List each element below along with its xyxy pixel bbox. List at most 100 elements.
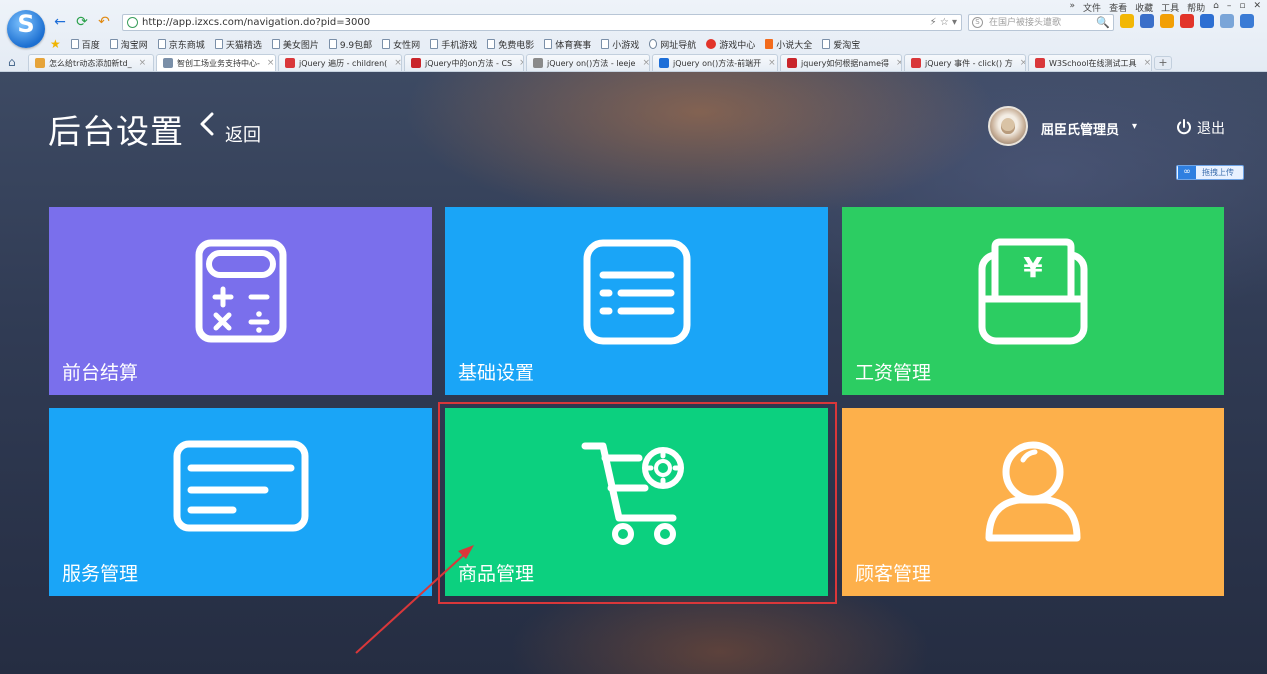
back-link[interactable]: 返回 [225, 121, 261, 147]
highlight-box [438, 402, 837, 604]
menu-tools[interactable]: 工具 [1161, 1, 1179, 14]
browser-tab[interactable]: jQuery 遍历 - children(× [278, 54, 402, 71]
favorite-item[interactable]: 美女图片 [271, 38, 319, 51]
back-arrow-icon[interactable]: ← [52, 14, 68, 30]
favorite-item[interactable]: 9.9包邮 [328, 38, 372, 51]
favorite-label: 京东商城 [168, 40, 205, 51]
address-bar-actions[interactable]: ⚡ ☆ ▾ [930, 16, 957, 30]
favorite-item[interactable]: 游戏中心 [706, 38, 755, 51]
nav-buttons: ← ⟳ ↶ [52, 14, 112, 30]
avatar[interactable] [988, 106, 1028, 146]
home-icon[interactable]: ⌂ [8, 55, 22, 69]
upload-badge[interactable]: ∞ 拖拽上传 [1176, 165, 1244, 180]
search-engine-icon[interactable]: S [972, 17, 983, 28]
menu-view[interactable]: 查看 [1109, 1, 1127, 14]
extension-icon[interactable] [1120, 14, 1134, 28]
menu-file[interactable]: 文件 [1083, 1, 1101, 14]
favorite-item[interactable]: 网址导航 [649, 38, 696, 51]
favorite-item[interactable]: 小游戏 [601, 38, 639, 51]
browser-chrome: » 文件 查看 收藏 工具 帮助 ⌂ – ▫ ✕ ← ⟳ ↶ http://ap… [0, 0, 1267, 72]
logout-button[interactable]: 退出 [1197, 118, 1225, 138]
page-icon [544, 39, 553, 49]
wallet-yen-icon: ¥ [978, 238, 1088, 345]
favorite-item[interactable]: 手机游戏 [430, 38, 477, 51]
tab-favicon [1035, 58, 1045, 68]
favorite-label: 淘宝网 [120, 40, 148, 51]
browser-tab[interactable]: W3School在线测试工具 × [1028, 54, 1152, 71]
new-tab-button[interactable]: + [1154, 56, 1172, 70]
tile-label: 基础设置 [458, 362, 535, 384]
app-viewport: 后台设置 返回 屈臣氏管理员 ▾ 退出 ∞ 拖拽上传 前台结算 基础设置 ¥ 工… [0, 72, 1267, 674]
tab-close-icon[interactable]: × [768, 58, 776, 68]
favorite-item[interactable]: 天猫精选 [214, 38, 262, 51]
key-icon[interactable] [1160, 14, 1174, 28]
favorite-item[interactable]: 淘宝网 [109, 38, 148, 51]
tile-customer[interactable]: 顾客管理 [842, 408, 1224, 596]
browser-tab[interactable]: jQuery 事件 - click() 方 × [904, 54, 1026, 71]
tab-close-icon[interactable]: × [267, 58, 275, 68]
favorite-item[interactable]: 小说大全 [765, 38, 812, 51]
favorite-label: 美女图片 [282, 40, 319, 51]
search-box[interactable]: S 在国户被接头遭歌 🔍 [968, 14, 1114, 31]
search-placeholder[interactable]: 在国户被接头遭歌 [989, 16, 1061, 30]
favorite-item[interactable]: 百度 [70, 38, 100, 51]
tab-close-icon[interactable]: × [1020, 58, 1025, 68]
address-bar[interactable]: http://app.izxcs.com/navigation.do?pid=3… [122, 14, 962, 31]
menu-more[interactable]: » [1070, 1, 1076, 14]
address-url[interactable]: http://app.izxcs.com/navigation.do?pid=3… [142, 16, 370, 30]
scissors-icon[interactable] [1140, 14, 1154, 28]
page-icon [382, 39, 391, 49]
favorite-item[interactable]: 女性网 [382, 38, 420, 51]
favorite-item[interactable]: 京东商城 [157, 38, 205, 51]
app-icon[interactable] [1200, 14, 1214, 28]
menu-help[interactable]: 帮助 [1187, 1, 1205, 14]
annotation-arrow-icon [355, 545, 474, 654]
chevron-left-icon[interactable] [196, 110, 220, 138]
browser-tab[interactable]: jQuery on()方法 - leeje × [526, 54, 650, 71]
tab-close-icon[interactable]: × [519, 58, 523, 68]
browser-logo-icon[interactable] [7, 10, 45, 48]
refresh-icon[interactable]: ⟳ [74, 14, 90, 30]
orange-square-icon [765, 39, 774, 49]
globe-icon[interactable] [1220, 14, 1234, 28]
favorite-label: 游戏中心 [719, 40, 756, 51]
chevron-down-icon[interactable]: ▾ [1132, 121, 1137, 132]
menu-favorites[interactable]: 收藏 [1135, 1, 1153, 14]
undo-icon[interactable]: ↶ [96, 14, 112, 30]
tile-label: 工资管理 [855, 362, 932, 384]
favorite-label: 女性网 [393, 40, 421, 51]
close-window-button[interactable]: ✕ [1253, 1, 1261, 14]
tab-favicon [163, 58, 173, 68]
tab-close-icon[interactable]: × [896, 58, 901, 68]
username[interactable]: 屈臣氏管理员 [1041, 119, 1119, 138]
maximize-button[interactable]: ▫ [1239, 1, 1245, 14]
favorite-label: 爱淘宝 [833, 40, 861, 51]
weibo-icon[interactable] [1180, 14, 1194, 28]
tile-salary[interactable]: ¥ 工资管理 [842, 207, 1224, 395]
tab-close-icon[interactable]: × [642, 58, 649, 68]
skin-icon[interactable]: ⌂ [1213, 1, 1219, 14]
tab-close-icon[interactable]: × [394, 58, 401, 68]
search-icon[interactable]: 🔍 [1096, 15, 1110, 30]
favorite-label: 网址导航 [660, 40, 697, 51]
tile-checkout[interactable]: 前台结算 [49, 207, 432, 395]
browser-tab-active[interactable]: 智创工场业务支持中心- × [156, 54, 276, 71]
favorite-item[interactable]: 爱淘宝 [822, 38, 860, 51]
favorite-item[interactable]: 免费电影 [487, 38, 534, 51]
download-icon[interactable] [1240, 14, 1254, 28]
tab-close-icon[interactable]: × [1144, 58, 1151, 68]
tab-favicon [533, 58, 543, 68]
minimize-button[interactable]: – [1227, 1, 1232, 14]
tile-basic-settings[interactable]: 基础设置 [445, 207, 828, 395]
tab-list: 怎么给tr动态添加新td_ × 智创工场业务支持中心- × jQuery 遍历 - … [28, 54, 1172, 71]
security-shield-icon [127, 17, 138, 28]
browser-tab[interactable]: jQuery on()方法-前端开 × [652, 54, 778, 71]
browser-tab[interactable]: jquery如何根据name得 × [780, 54, 902, 71]
browser-tab[interactable]: jQuery中的on方法 - CS × [404, 54, 524, 71]
favorites-star-icon[interactable]: ★ [50, 37, 61, 51]
tab-close-icon[interactable]: × [139, 58, 147, 68]
favorite-item[interactable]: 体育赛事 [544, 38, 591, 51]
browser-tab[interactable]: 怎么给tr动态添加新td_ × [28, 54, 154, 71]
tab-label: jQuery 事件 - click() 方 [925, 58, 1013, 68]
power-icon[interactable] [1175, 118, 1193, 136]
